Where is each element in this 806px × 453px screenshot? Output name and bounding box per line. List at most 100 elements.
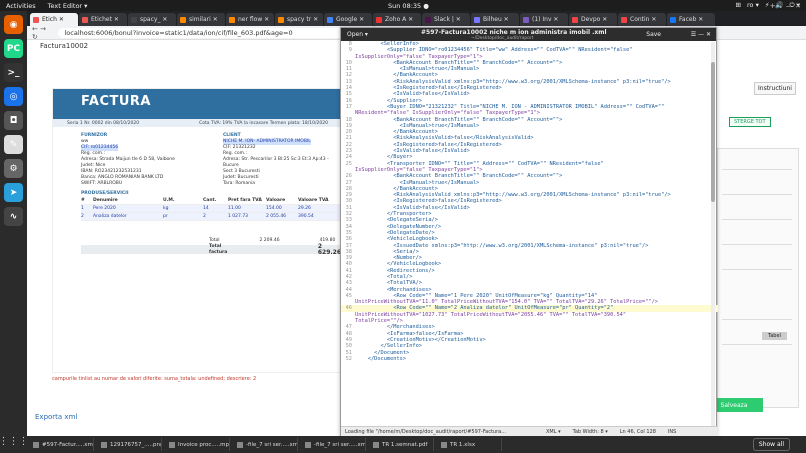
table-cell: Analiza datelor [93, 213, 127, 219]
browser-tab[interactable]: Bilheu ✕ [471, 13, 519, 26]
supplier-block: FURNIZOR ww CIF: ro01234456 Reg. com.: Ad… [81, 133, 201, 187]
download-item[interactable]: #597-Factur.....xml [29, 438, 94, 451]
column-header: Cant. [203, 197, 217, 203]
download-item[interactable]: 129176757_.....png [97, 438, 162, 451]
browser-tab[interactable]: similari ✕ [177, 13, 225, 26]
download-name: TR 1.semnat.pdf [382, 441, 428, 448]
browser-tab[interactable]: spacy tr ✕ [275, 13, 323, 26]
export-xml-link[interactable]: Exporta xml [35, 413, 77, 421]
top-bar: Activities Text Editor ▾ Sun 08:35 ● ⊞ ro… [0, 0, 806, 11]
editor-headerbar: Open ▾ #597-Factura10002 niche m ion adm… [341, 28, 716, 41]
line-text: </Documents> [355, 355, 407, 362]
tray-item[interactable]: ro ▾ [747, 1, 759, 10]
status-item[interactable]: XML ▾ [546, 429, 561, 435]
tab-label: ner flow ✕ [238, 16, 270, 23]
right-panel: STERGE TOT Tabel [717, 80, 806, 410]
browser-tab[interactable]: Devpo ✕ [569, 13, 617, 26]
invoice-serie: Seria 1 Nr. 0002 din 08/10/2020 [67, 120, 140, 126]
text-editor-icon[interactable]: ✎ [4, 135, 23, 154]
tab-favicon-icon [33, 16, 39, 23]
browser-tab[interactable]: Google ✕ [324, 13, 372, 26]
browser-tab[interactable]: spacy_ ✕ [128, 13, 176, 26]
table-row: 1 Pere 2020 kg 14 11.00 154.00 29.26 [81, 205, 341, 213]
download-item[interactable]: TR 1.semnat.pdf [369, 438, 434, 451]
tab-favicon-icon [131, 16, 137, 23]
browser-tab[interactable]: Faceb ✕ [667, 13, 715, 26]
table-row: 2 Analiza datelor pr 2 1 027.73 2 055.46 390.5… [81, 213, 341, 221]
status-item[interactable]: Ln 46, Col 128 [620, 429, 656, 435]
open-button[interactable]: Open ▾ [347, 31, 368, 38]
browser-tab[interactable]: (1) Inv ✕ [520, 13, 568, 26]
download-item[interactable]: TR 1.xlsx [437, 438, 502, 451]
telegram-icon[interactable]: ➤ [4, 183, 23, 202]
browser-tab[interactable]: Etichet ✕ [79, 13, 127, 26]
camera-icon[interactable]: ◘ [4, 111, 23, 130]
tab-label: Etichet ✕ [91, 16, 119, 23]
line-number: 52 [345, 355, 352, 362]
invoice-preview: FACTURA Seria 1 Nr. 0002 din 08/10/2020 … [52, 88, 342, 373]
tray-item[interactable]: ⊞ [736, 1, 741, 10]
column-header: Denumire [93, 197, 118, 203]
table-button[interactable]: Tabel [762, 332, 787, 340]
code-line[interactable]: 52 </Documents> [341, 356, 718, 362]
save-button[interactable]: Save [646, 31, 661, 38]
table-cell: 1 027.73 [228, 213, 249, 219]
tab-label: Slack | ✕ [434, 16, 461, 23]
status-item[interactable]: Tab Width: 8 ▾ [573, 429, 608, 435]
tab-label: (1) Inv ✕ [532, 16, 559, 23]
delete-all-button[interactable]: STERGE TOT [729, 117, 771, 127]
dock: ◉ PC >_ ◎ ◘ ✎ ⚙ ➤ ∿ ⋮⋮⋮ [0, 11, 29, 453]
tab-label: Faceb ✕ [679, 16, 704, 23]
column-header: Pret fara TVA [228, 197, 262, 203]
table-header: # Denumire U.M. Cant. Pret fara TVA Valoare Va… [81, 197, 341, 205]
download-item[interactable]: -file_7 sri ser.....xml [301, 438, 366, 451]
app-menu[interactable]: Text Editor ▾ [48, 2, 88, 10]
table-cell: kg [163, 205, 169, 211]
browser-tab[interactable]: Slack | ✕ [422, 13, 470, 26]
editor-scrollbar[interactable] [711, 42, 715, 428]
chrome-icon[interactable]: ◎ [4, 87, 23, 106]
table-cell: 154.00 [266, 205, 282, 211]
activities-button[interactable]: Activities [6, 2, 36, 10]
tab-label: Devpo ✕ [581, 16, 608, 23]
app-grid-icon[interactable]: ⋮⋮⋮ [0, 436, 29, 447]
total-value: 2 209.46 [259, 238, 280, 243]
editor-window-controls[interactable]: ☰ — ✕ [691, 31, 711, 38]
download-item[interactable]: -file_7 sri ser.....xml [233, 438, 298, 451]
status-item[interactable]: INS [668, 429, 676, 435]
scrollbar-thumb[interactable] [711, 62, 715, 202]
invoice-header: FACTURA [53, 89, 341, 119]
totals-block: Total 2 209.46 419.80 Total factura 2 62… [81, 237, 341, 255]
settings-icon[interactable]: ⚙ [4, 159, 23, 178]
nav-buttons[interactable]: ← → ↻ [32, 25, 52, 41]
window-controls[interactable]: + ⌄ — ✕ [770, 2, 801, 10]
terminal-icon[interactable]: >_ [4, 63, 23, 82]
tab-label: spacy_ ✕ [140, 16, 168, 23]
monitor-icon[interactable]: ∿ [4, 207, 23, 226]
tab-favicon-icon [621, 16, 627, 23]
show-all-button[interactable]: Show all [752, 438, 790, 451]
column-header: Valoare TVA [298, 197, 329, 203]
supplier-details: Reg. com.: Adresa: Strada Maijun tle 6 D … [81, 151, 201, 187]
column-header: Valoare [266, 197, 286, 203]
browser-tab[interactable]: ner flow ✕ [226, 13, 274, 26]
table-cell: Pere 2020 [93, 205, 116, 211]
tab-favicon-icon [474, 16, 480, 23]
firefox-icon[interactable]: ◉ [4, 15, 23, 34]
url-input[interactable]: localhost:6006/bonul?invoice=static1/dat… [58, 27, 366, 38]
editor-statusbar: Loading file "/home/m/Desktop/doc_audit/… [341, 426, 718, 436]
column-header: U.M. [163, 197, 175, 203]
clock[interactable]: Sun 08:35 ● [388, 2, 429, 10]
browser-tab[interactable]: Contin ✕ [618, 13, 666, 26]
download-item[interactable]: Invoice proc.....mp4 [165, 438, 230, 451]
column-header: # [81, 197, 85, 203]
products-table: # Denumire U.M. Cant. Pret fara TVA Valoare Va… [81, 197, 341, 221]
file-icon [305, 441, 311, 448]
tab-favicon-icon [376, 16, 382, 23]
text-editor-window: Open ▾ #597-Factura10002 niche m ion adm… [340, 27, 718, 437]
code-view[interactable]: 8 <SellerInfo> 9 <Supplier IDNO="ro012344… [341, 41, 718, 427]
pycharm-icon[interactable]: PC [4, 39, 23, 58]
tab-label: Contin ✕ [630, 16, 657, 23]
download-name: Invoice proc.....mp4 [178, 441, 230, 448]
table-cell: 2 [203, 213, 206, 219]
